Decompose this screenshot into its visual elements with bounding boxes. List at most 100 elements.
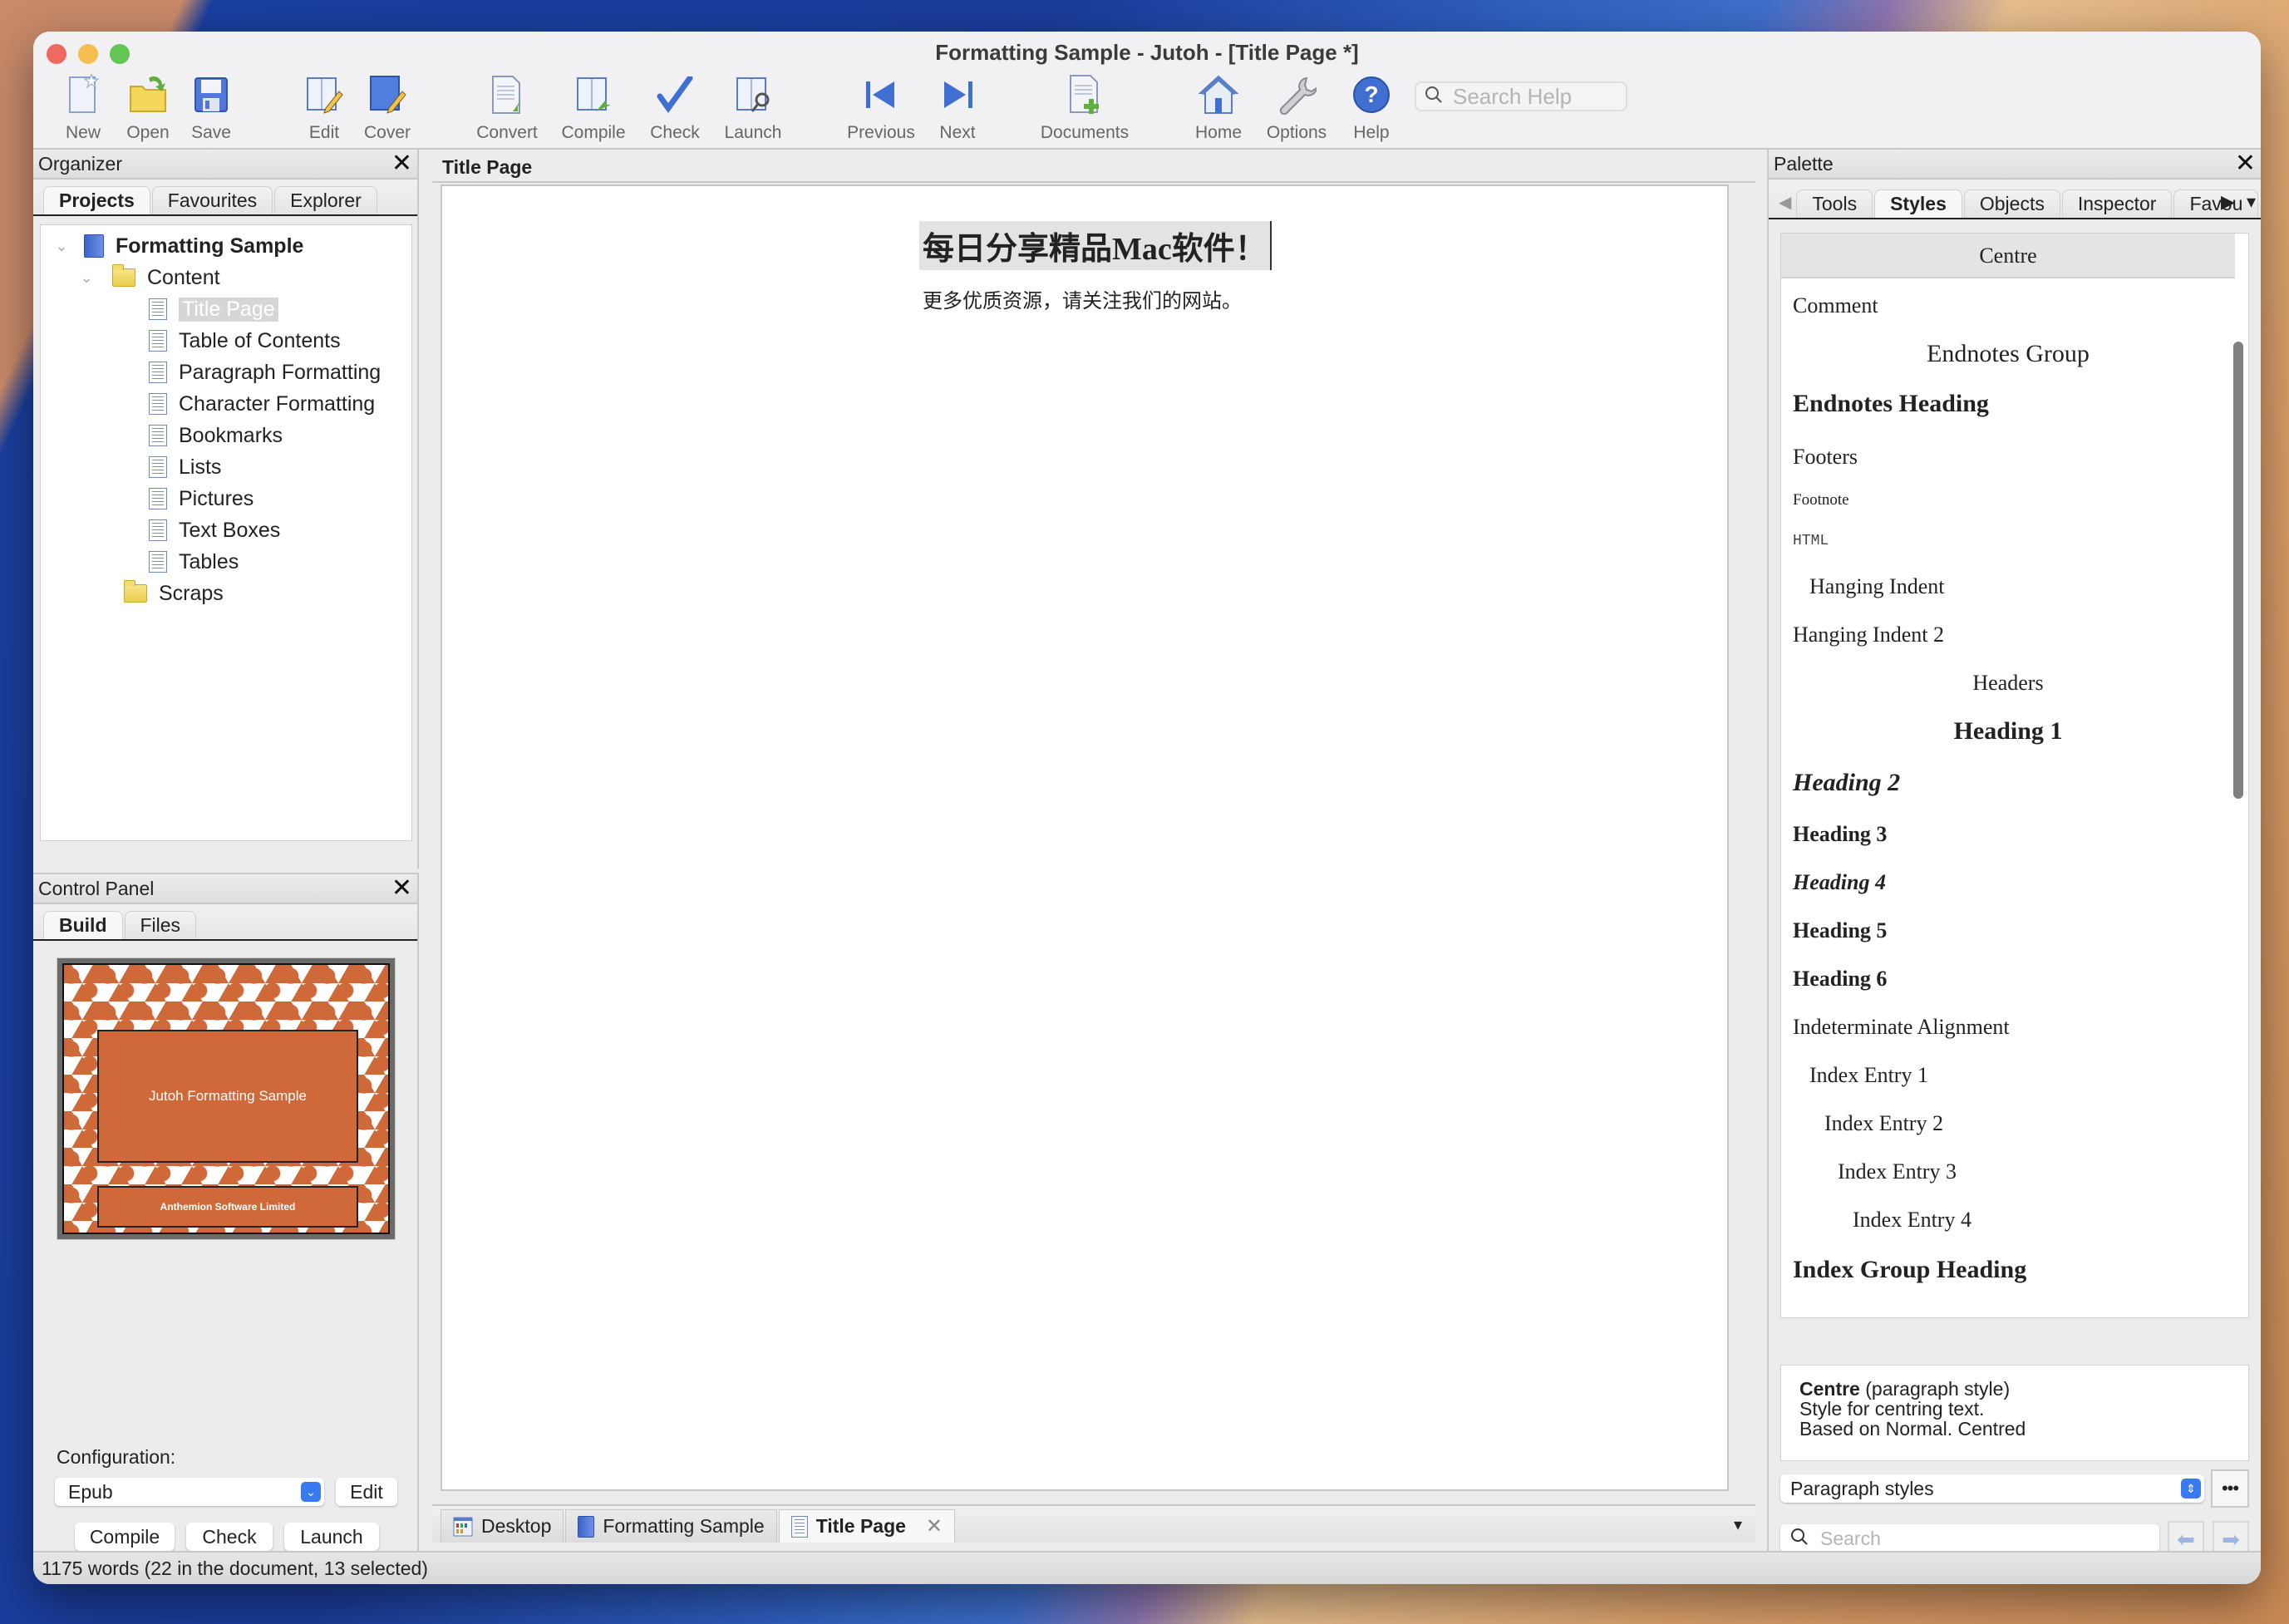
doc-tab-title-page[interactable]: Title Page ✕ <box>778 1509 956 1543</box>
close-tab-icon[interactable]: ✕ <box>926 1514 943 1538</box>
control-panel-close-icon[interactable]: ✕ <box>391 876 412 901</box>
style-item[interactable]: Heading 3 <box>1781 822 2235 847</box>
style-item[interactable]: Index Entry 3 <box>1781 1159 2235 1184</box>
document-page[interactable]: 每日分享精品Mac软件！ 更多优质资源，请关注我们的网站。 <box>441 185 1729 1491</box>
document-paragraph[interactable]: 更多优质资源，请关注我们的网站。 <box>923 284 1242 313</box>
chevron-down-icon[interactable]: ⌄ <box>51 238 72 255</box>
add-document-icon <box>1063 73 1106 116</box>
style-item[interactable]: Index Entry 2 <box>1781 1111 2235 1136</box>
check-button[interactable]: Check <box>186 1523 273 1551</box>
toolbar-check-button[interactable]: Check <box>640 73 710 148</box>
style-item[interactable]: Heading 5 <box>1781 918 2235 943</box>
control-panel-title: Control Panel <box>38 877 155 899</box>
toolbar-open-button[interactable]: Open <box>113 73 183 148</box>
organizer-close-icon[interactable]: ✕ <box>391 151 412 176</box>
doc-tab-desktop[interactable]: Desktop <box>441 1509 564 1543</box>
cover-title: Jutoh Formatting Sample <box>97 1030 358 1163</box>
style-item[interactable]: Endnotes Group <box>1781 340 2235 368</box>
scroll-tabs-left-icon[interactable]: ◀ <box>1774 192 1796 218</box>
toolbar-compile-button[interactable]: Compile <box>559 73 628 148</box>
tree-item-document[interactable]: Lists <box>41 451 411 483</box>
compile-button[interactable]: Compile <box>75 1523 175 1551</box>
palette-title: Palette <box>1774 152 1834 175</box>
toolbar-options-button[interactable]: Options <box>1262 73 1332 148</box>
tree-item-project[interactable]: ⌄ Formatting Sample <box>41 230 411 262</box>
toolbar-documents-button[interactable]: Documents <box>1031 73 1139 148</box>
style-search-field[interactable] <box>1780 1524 2159 1553</box>
tab-inspector[interactable]: Inspector <box>2061 189 2173 218</box>
toolbar-save-button[interactable]: Save <box>176 73 246 148</box>
tab-files[interactable]: Files <box>124 911 197 939</box>
launch-magnifier-icon <box>731 73 775 116</box>
style-item[interactable]: Indeterminate Alignment <box>1781 1015 2235 1040</box>
style-item[interactable]: Index Entry 4 <box>1781 1208 2235 1233</box>
organizer-header: Organizer ✕ <box>33 150 417 180</box>
style-item[interactable]: Heading 1 <box>1781 717 2235 746</box>
tab-projects[interactable]: Projects <box>43 186 150 214</box>
tab-styles[interactable]: Styles <box>1874 189 1962 218</box>
tab-list-menu-icon[interactable]: ▾ <box>1734 1514 1742 1535</box>
tree-item-document[interactable]: Text Boxes <box>41 514 411 546</box>
tab-tools[interactable]: Tools <box>1796 189 1873 218</box>
tree-item-folder[interactable]: Scraps <box>41 578 411 609</box>
toolbar-launch-button[interactable]: Launch <box>718 73 788 148</box>
toolbar-home-button[interactable]: Home <box>1184 73 1253 148</box>
style-item[interactable]: Heading 4 <box>1781 870 2235 895</box>
tree-item-document[interactable]: Character Formatting <box>41 388 411 420</box>
toolbar-new-button[interactable]: New <box>48 73 118 148</box>
toolbar-next-button[interactable]: Next <box>923 73 992 148</box>
document-icon <box>149 425 167 446</box>
palette-header: Palette ✕ <box>1769 150 2261 180</box>
style-item[interactable]: Heading 2 <box>1781 769 2235 797</box>
tree-item-document[interactable]: Table of Contents <box>41 325 411 357</box>
style-item[interactable]: Index Group Heading <box>1781 1256 2235 1284</box>
scroll-tabs-right-icon[interactable]: ▶ <box>2221 191 2235 213</box>
document-tabs: Desktop Formatting Sample Title Page ✕ ▾ <box>432 1504 1755 1543</box>
tree-item-document[interactable]: Pictures <box>41 483 411 514</box>
tree-item-document[interactable]: Paragraph Formatting <box>41 357 411 388</box>
cover-preview[interactable]: Jutoh Formatting Sample Anthemion Softwa… <box>57 957 396 1240</box>
tree-item-folder[interactable]: ⌄ Content <box>41 262 411 293</box>
tab-menu-icon[interactable]: ▾ <box>2247 191 2256 213</box>
search-help-field[interactable] <box>1415 81 1627 111</box>
style-item[interactable]: Headers <box>1781 671 2235 696</box>
style-item[interactable]: Endnotes Heading <box>1781 390 2235 418</box>
style-search-input[interactable] <box>1820 1527 2136 1550</box>
toolbar-convert-button[interactable]: Convert <box>472 73 542 148</box>
toolbar-previous-button[interactable]: Previous <box>846 73 916 148</box>
style-item[interactable]: Hanging Indent 2 <box>1781 623 2235 647</box>
style-type-select[interactable]: Paragraph styles ⇕ <box>1780 1474 2204 1503</box>
style-item[interactable]: Hanging Indent <box>1781 574 2235 599</box>
style-item[interactable]: Footnote <box>1781 491 2235 509</box>
more-options-button[interactable]: ••• <box>2211 1469 2249 1508</box>
toolbar-cover-button[interactable]: Cover <box>352 73 422 148</box>
style-item[interactable]: Index Entry 1 <box>1781 1063 2235 1088</box>
tree-item-document[interactable]: Title Page <box>41 293 411 325</box>
style-item[interactable]: Heading 6 <box>1781 967 2235 992</box>
style-item[interactable]: Footers <box>1781 445 2235 470</box>
tab-build[interactable]: Build <box>43 911 123 939</box>
new-document-icon <box>62 73 105 116</box>
document-heading[interactable]: 每日分享精品Mac软件！ <box>919 221 1272 270</box>
toolbar-edit-button[interactable]: Edit <box>289 73 359 148</box>
toolbar-help-button[interactable]: ? Help <box>1336 73 1406 148</box>
search-help-input[interactable] <box>1453 83 1611 110</box>
tab-favourites[interactable]: Favourites <box>151 186 273 214</box>
book-icon <box>84 234 104 258</box>
tree-item-document[interactable]: Bookmarks <box>41 420 411 451</box>
palette-close-icon[interactable]: ✕ <box>2235 151 2256 176</box>
chevron-down-icon: ⌄ <box>301 1482 321 1502</box>
launch-button[interactable]: Launch <box>284 1523 379 1551</box>
style-item[interactable]: HTML <box>1781 533 2235 549</box>
configuration-select[interactable]: Epub ⌄ <box>55 1478 324 1506</box>
style-item-centre[interactable]: Centre <box>1781 234 2235 278</box>
chevron-down-icon[interactable]: ⌄ <box>76 269 97 287</box>
tab-explorer[interactable]: Explorer <box>274 186 377 214</box>
checkmark-icon <box>653 73 697 116</box>
doc-tab-formatting-sample[interactable]: Formatting Sample <box>565 1509 777 1543</box>
style-item[interactable]: Comment <box>1781 293 2235 318</box>
configuration-edit-button[interactable]: Edit <box>336 1478 397 1506</box>
tree-item-document[interactable]: Tables <box>41 546 411 578</box>
styles-scrollbar[interactable] <box>2233 342 2243 799</box>
tab-objects[interactable]: Objects <box>1963 189 2060 218</box>
